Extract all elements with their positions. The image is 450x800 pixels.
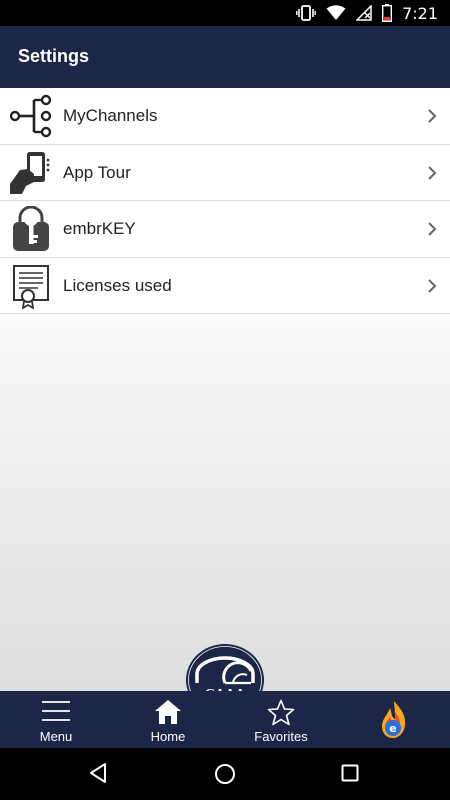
status-bar: 7:21 — [0, 0, 450, 26]
status-icons: 7:21 — [296, 3, 438, 23]
settings-item-licenses[interactable]: Licenses used — [0, 257, 450, 314]
settings-item-label: Licenses used — [63, 275, 172, 295]
svg-text:e: e — [389, 722, 396, 735]
settings-list: MyChannels App Tour embrKEY Licenses use… — [0, 88, 450, 314]
channels-tree-icon — [9, 94, 52, 138]
battery-icon — [382, 4, 393, 22]
tab-favorites[interactable]: Favorites — [225, 691, 337, 748]
bottom-tab-bar: Menu Home Favorites e — [0, 691, 450, 748]
settings-item-mychannels[interactable]: MyChannels — [0, 88, 450, 145]
tab-home[interactable]: Home — [112, 691, 224, 748]
page-title: Settings — [18, 46, 90, 66]
settings-item-label: MyChannels — [63, 106, 158, 125]
home-icon — [155, 700, 181, 724]
home-circle-icon[interactable] — [214, 763, 236, 785]
content-area: MyChannels App Tour embrKEY Licenses use… — [0, 88, 450, 716]
chevron-right-icon — [428, 222, 437, 236]
embr-flame-logo-icon: e — [382, 701, 406, 738]
system-nav-bar — [0, 748, 450, 800]
tab-label: Home — [150, 729, 186, 744]
settings-item-label: embrKEY — [63, 219, 136, 238]
settings-item-app-tour[interactable]: App Tour — [0, 144, 450, 201]
hamburger-menu-icon — [42, 701, 70, 721]
tab-label: Favorites — [254, 729, 308, 744]
certificate-icon — [13, 264, 49, 309]
chevron-right-icon — [428, 109, 437, 123]
star-icon — [267, 699, 295, 726]
settings-item-embrkey[interactable]: embrKEY — [0, 201, 450, 258]
wifi-icon — [326, 5, 346, 20]
chevron-right-icon — [428, 165, 437, 180]
tab-embr[interactable]: e — [338, 691, 450, 748]
tab-menu[interactable]: Menu — [0, 691, 112, 748]
no-signal-icon — [356, 5, 372, 21]
key-lock-icon — [13, 206, 49, 251]
vibrate-icon — [296, 5, 316, 21]
chevron-right-icon — [428, 278, 437, 293]
tab-label: Menu — [39, 729, 73, 744]
recents-square-icon[interactable] — [341, 764, 359, 782]
phone-in-hand-icon — [10, 151, 50, 194]
settings-item-label: App Tour — [63, 162, 131, 182]
status-time: 7:21 — [402, 3, 438, 23]
back-icon[interactable] — [88, 762, 108, 784]
app-bar: Settings — [0, 26, 450, 88]
